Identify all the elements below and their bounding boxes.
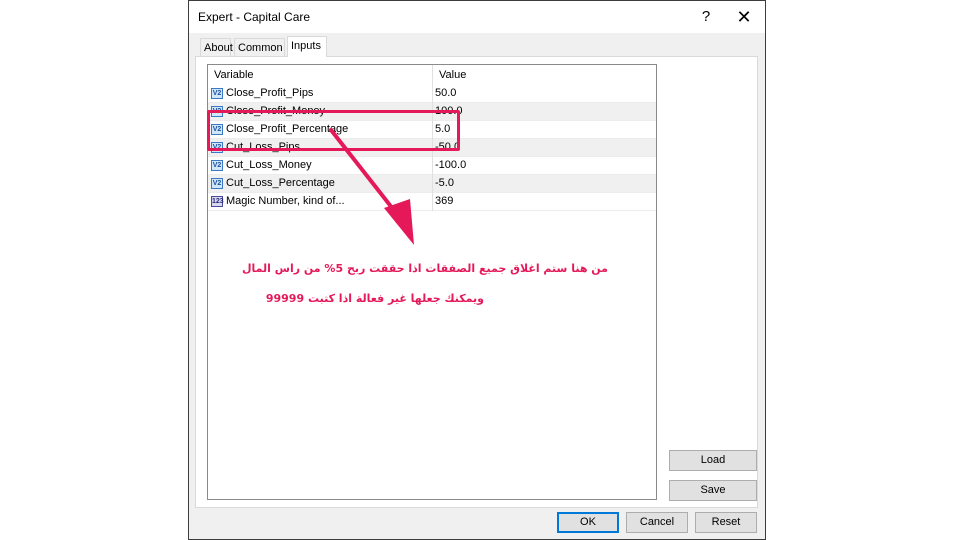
- variable-cell: 123 Magic Number, kind of...: [208, 193, 433, 211]
- column-header-value[interactable]: Value: [433, 65, 656, 85]
- title-bar: Expert - Capital Care ? ✕: [189, 1, 765, 33]
- variable-name: Close_Profit_Pips: [226, 87, 314, 99]
- value-cell[interactable]: -5.0: [433, 175, 656, 193]
- table-row[interactable]: V2 Close_Profit_Pips 50.0: [208, 85, 656, 103]
- annotation-text-line-2: ويمكنك جعلها غير فعالة اذا كتبت 99999: [265, 292, 484, 305]
- value-cell[interactable]: -50.0: [433, 139, 656, 157]
- variable-name: Cut_Loss_Money: [226, 159, 312, 171]
- variable-name: Magic Number, kind of...: [226, 195, 345, 207]
- value-cell[interactable]: 50.0: [433, 85, 656, 103]
- variable-cell: V2 Cut_Loss_Percentage: [208, 175, 433, 193]
- value-cell[interactable]: -100.0: [433, 157, 656, 175]
- highlight-box: [207, 110, 460, 151]
- variable-cell: V2 Close_Profit_Pips: [208, 85, 433, 103]
- cancel-button[interactable]: Cancel: [626, 512, 688, 533]
- value-cell[interactable]: 100.0: [433, 103, 656, 121]
- grid-header: Variable Value: [208, 65, 656, 85]
- value-cell[interactable]: 5.0: [433, 121, 656, 139]
- tab-about[interactable]: About: [200, 38, 233, 56]
- table-row[interactable]: 123 Magic Number, kind of... 369: [208, 193, 656, 211]
- variable-cell: V2 Cut_Loss_Money: [208, 157, 433, 175]
- double-variable-icon: V2: [211, 178, 223, 189]
- ok-button[interactable]: OK: [557, 512, 619, 533]
- column-header-variable[interactable]: Variable: [208, 65, 433, 85]
- load-button[interactable]: Load: [669, 450, 757, 471]
- double-variable-icon: V2: [211, 88, 223, 99]
- tab-inputs[interactable]: Inputs: [287, 36, 327, 57]
- window-title: Expert - Capital Care: [198, 10, 311, 24]
- save-button[interactable]: Save: [669, 480, 757, 501]
- close-button[interactable]: ✕: [729, 4, 759, 30]
- reset-button[interactable]: Reset: [695, 512, 757, 533]
- table-row[interactable]: V2 Cut_Loss_Percentage -5.0: [208, 175, 656, 193]
- variable-name: Cut_Loss_Percentage: [226, 177, 335, 189]
- tab-common[interactable]: Common: [234, 38, 285, 56]
- value-cell[interactable]: 369: [433, 193, 656, 211]
- integer-variable-icon: 123: [211, 196, 224, 207]
- table-row[interactable]: V2 Cut_Loss_Money -100.0: [208, 157, 656, 175]
- double-variable-icon: V2: [211, 160, 223, 171]
- help-button[interactable]: ?: [691, 4, 721, 30]
- annotation-text-line-1: من هنا ستم اغلاق جميع الصفقات اذا حققت ر…: [242, 262, 608, 275]
